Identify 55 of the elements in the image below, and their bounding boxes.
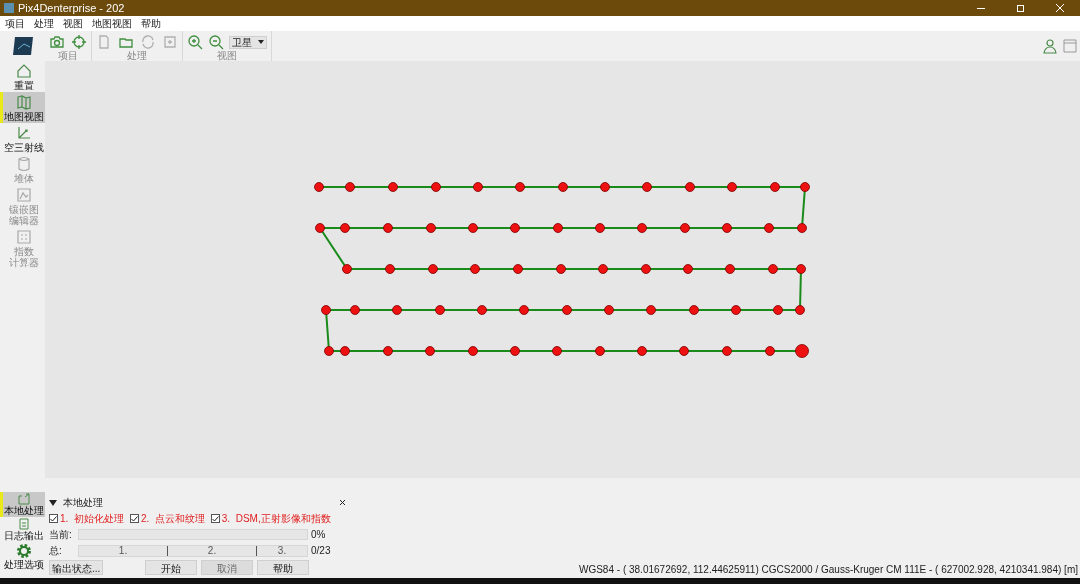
output-status-button[interactable]: 输出状态... bbox=[49, 560, 104, 575]
window-layout-icon[interactable] bbox=[1063, 39, 1077, 53]
zoom-in-icon[interactable] bbox=[187, 34, 203, 50]
sidebar-item[interactable]: 空三射线 bbox=[0, 123, 45, 154]
sidebar-label: 指数 bbox=[14, 246, 34, 257]
action-button[interactable]: 开始 bbox=[145, 560, 198, 575]
cylinder-icon bbox=[15, 155, 33, 173]
map-view[interactable] bbox=[45, 61, 1080, 478]
sidebar-item[interactable]: 重置 bbox=[0, 61, 45, 92]
toolbar-group-label: 视图 bbox=[217, 50, 237, 61]
sidebar-label: 编辑器 bbox=[9, 215, 39, 226]
action-button[interactable]: 帮助 bbox=[257, 560, 310, 575]
camera-icon[interactable] bbox=[49, 34, 65, 50]
zoom-out-icon[interactable] bbox=[208, 34, 224, 50]
close-icon[interactable] bbox=[340, 500, 345, 505]
app-logo-icon bbox=[11, 36, 34, 56]
log-icon bbox=[18, 518, 30, 530]
menu-item[interactable]: 视图 bbox=[63, 16, 83, 31]
sidebar-item[interactable]: 地图视图 bbox=[0, 92, 45, 123]
menu-item[interactable]: 帮助 bbox=[141, 16, 161, 31]
caret-icon bbox=[258, 40, 264, 44]
step-checkbox[interactable]: 2. 点云和纹理 bbox=[129, 511, 205, 526]
menu-item[interactable]: 项目 bbox=[5, 16, 25, 31]
user-icon[interactable] bbox=[1043, 38, 1059, 54]
collapse-caret-icon[interactable] bbox=[49, 499, 57, 506]
sidebar-label: 计算器 bbox=[9, 257, 39, 268]
sidebar-item[interactable]: 日志输出 bbox=[0, 517, 45, 542]
menu-item[interactable]: 地图视图 bbox=[92, 16, 132, 31]
gear-icon bbox=[16, 543, 32, 559]
panel-title: 本地处理 bbox=[63, 496, 104, 510]
sidebar-item[interactable]: 处理选项 bbox=[0, 542, 45, 571]
progress-reading: 0% bbox=[311, 528, 326, 542]
step-checkbox[interactable]: 1. 初始化处理 bbox=[49, 511, 124, 526]
basemap-select[interactable]: 卫星 bbox=[229, 35, 267, 49]
field-label: 总: bbox=[49, 544, 63, 558]
refresh-icon[interactable] bbox=[140, 34, 156, 50]
grid-icon bbox=[15, 228, 33, 246]
toolbar-group-label: 项目 bbox=[58, 50, 78, 61]
minimize-icon[interactable] bbox=[977, 7, 985, 9]
window-title: Pix4Denterprise - 202 bbox=[18, 0, 126, 16]
progress-reading: 0/23 bbox=[311, 544, 331, 558]
sidebar-item[interactable]: 本地处理 bbox=[0, 492, 45, 517]
status-text: WGS84 - ( 38.01672692, 112.44625911) CGCS2000 / Gauss-Kruger CM 111E - ( 627002.928, 4210341.984) [m] bbox=[579, 563, 1078, 577]
step-checkbox[interactable]: 3. DSM,正射影像和指数 bbox=[210, 511, 331, 526]
field-label: 当前: bbox=[49, 528, 73, 542]
crosshair-icon[interactable] bbox=[71, 34, 87, 50]
sidebar-label: 镶嵌图 bbox=[9, 204, 39, 215]
restore-icon[interactable] bbox=[1017, 4, 1024, 12]
home-icon bbox=[15, 62, 33, 80]
menu-item[interactable]: 处理 bbox=[34, 16, 54, 31]
map-icon bbox=[15, 93, 33, 111]
app-icon bbox=[4, 3, 14, 13]
image-icon bbox=[15, 186, 33, 204]
toolbar-group-label: 处理 bbox=[127, 50, 147, 61]
axis-icon bbox=[15, 124, 33, 142]
